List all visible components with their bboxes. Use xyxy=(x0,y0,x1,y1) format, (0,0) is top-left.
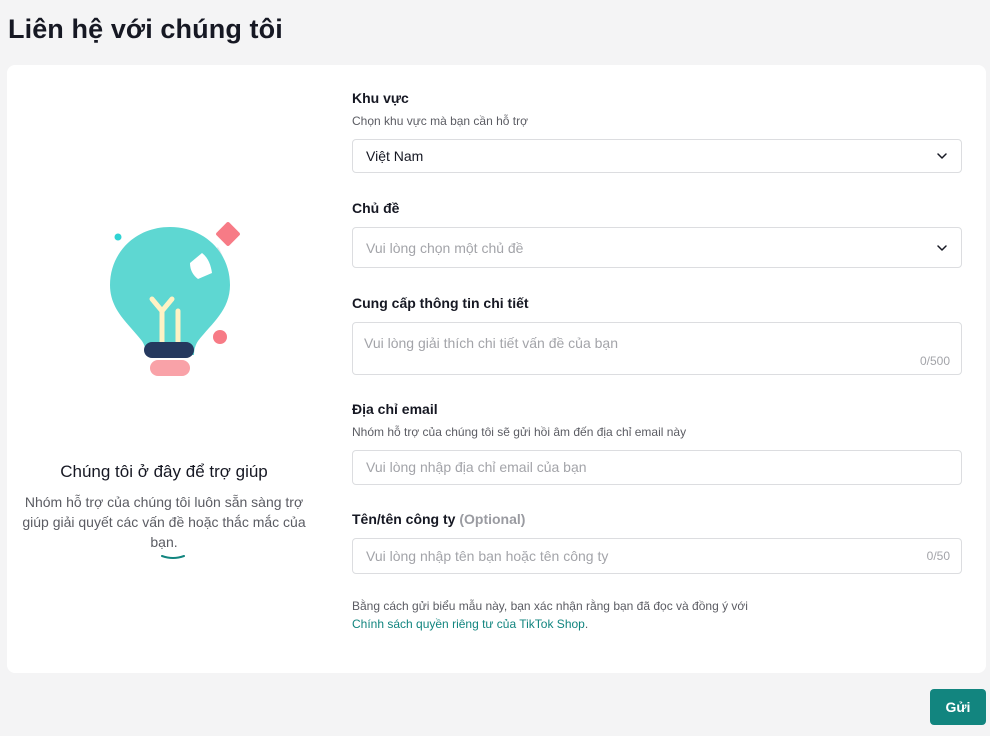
details-counter: 0/500 xyxy=(919,354,950,368)
details-placeholder: Vui lòng giải thích chi tiết vấn đề của … xyxy=(364,335,618,351)
region-sublabel: Chọn khu vực mà bạn cần hỗ trợ xyxy=(352,114,528,128)
email-label: Địa chỉ email xyxy=(352,401,438,417)
bulb-cap xyxy=(150,360,190,376)
email-placeholder: Vui lòng nhập địa chỉ email của bạn xyxy=(366,459,587,475)
name-counter: 0/50 xyxy=(926,549,950,563)
name-label: Tên/tên công ty (Optional) xyxy=(352,511,525,527)
region-label: Khu vực xyxy=(352,90,409,106)
details-label: Cung cấp thông tin chi tiết xyxy=(352,295,529,311)
help-description: Nhóm hỗ trợ của chúng tôi luôn sẵn sàng … xyxy=(22,494,306,550)
bulb-base xyxy=(144,342,194,358)
bulb-body xyxy=(110,227,230,355)
help-title: Chúng tôi ở đây để trợ giúp xyxy=(60,462,268,481)
page-title: Liên hệ với chúng tôi xyxy=(8,14,283,44)
chevron-down-icon xyxy=(937,153,947,159)
privacy-policy-link[interactable]: Chính sách quyền riêng tư của TikTok Sho… xyxy=(352,617,585,631)
name-field[interactable]: Vui lòng nhập tên bạn hoặc tên công ty 0… xyxy=(352,538,962,574)
pink-dot xyxy=(213,330,227,344)
topic-select[interactable]: Vui lòng chọn một chủ đề xyxy=(352,227,962,268)
topic-placeholder: Vui lòng chọn một chủ đề xyxy=(366,240,524,256)
name-label-text: Tên/tên công ty xyxy=(352,511,456,527)
teal-underline-icon xyxy=(161,555,185,559)
details-textarea[interactable]: Vui lòng giải thích chi tiết vấn đề của … xyxy=(352,322,962,375)
email-field[interactable]: Vui lòng nhập địa chỉ email của bạn xyxy=(352,450,962,485)
privacy-policy-line: Chính sách quyền riêng tư của TikTok Sho… xyxy=(352,615,588,633)
topic-label: Chủ đề xyxy=(352,200,400,216)
name-placeholder: Vui lòng nhập tên bạn hoặc tên công ty xyxy=(366,548,609,564)
pink-diamond xyxy=(216,222,240,246)
optional-tag: (Optional) xyxy=(459,511,526,527)
teal-dot xyxy=(114,233,122,241)
email-sublabel: Nhóm hỗ trợ của chúng tôi sẽ gửi hồi âm … xyxy=(352,425,687,439)
chevron-down-icon xyxy=(937,245,947,251)
lightbulb-icon xyxy=(110,222,240,376)
region-select[interactable]: Việt Nam xyxy=(352,139,962,173)
submit-button[interactable]: Gửi xyxy=(930,689,986,725)
privacy-link-suffix: . xyxy=(584,617,589,631)
region-value: Việt Nam xyxy=(366,148,424,164)
consent-text: Bằng cách gửi biểu mẫu này, bạn xác nhận… xyxy=(352,599,748,613)
